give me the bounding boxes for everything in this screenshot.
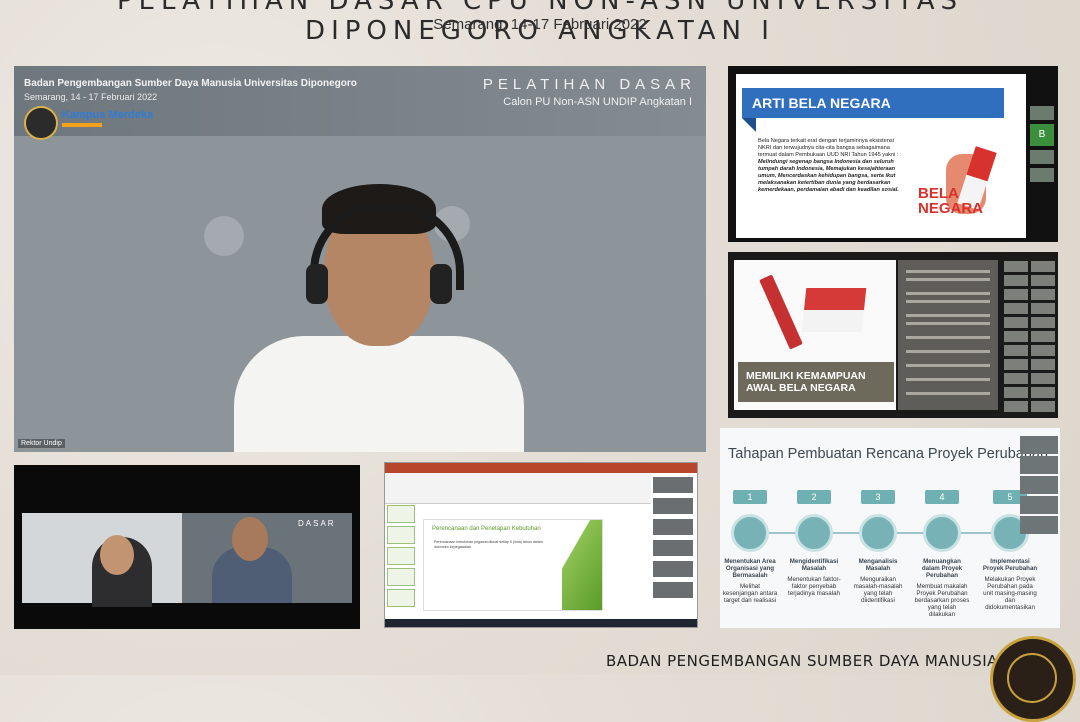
ppt-slide-thumbnails[interactable] [387, 505, 415, 613]
participant-column[interactable] [653, 477, 697, 617]
step-1: 1 Menentukan Area Organisasi yang Bermas… [722, 490, 778, 604]
university-seal-icon [990, 636, 1076, 722]
kampus-merdeka-text: Kampus Merdeka [62, 109, 154, 121]
footer-org: BADAN PENGEMBANGAN SUMBER DAYA MANUSIA [606, 652, 998, 670]
slide-text-panel [898, 260, 998, 410]
slide-ribbon: ARTI BELA NEGARA [742, 88, 1004, 118]
main-video-tile[interactable]: Badan Pengembangan Sumber Daya Manusia U… [14, 66, 706, 452]
video-title: PELATIHAN DASAR [482, 76, 696, 93]
slide-title: MEMILIKI KEMAMPUAN AWAL BELA NEGARA [746, 370, 866, 394]
participant-name-label: Rektor Undip [18, 439, 65, 448]
slide-quote: Melindungi segenap bangsa Indonesia dan … [758, 159, 899, 193]
target-icon [859, 514, 897, 552]
video-date-line: Semarang, 14 - 17 Februari 2022 [24, 92, 158, 102]
step-2: 2 Mengidentifikasi Masalah Menentukan fak… [787, 490, 841, 597]
powerpoint-window[interactable]: Perencanaan dan Penetapan Kebutuhan Pere… [384, 462, 698, 628]
slide-tile-bela-negara[interactable]: ARTI BELA NEGARA Bela Negara terkait era… [728, 66, 1058, 242]
taskbar[interactable] [385, 619, 697, 627]
bela-negara-logo: BELA NEGARA [918, 185, 984, 217]
participant-thumbnail[interactable] [1030, 168, 1054, 182]
flag-icon [801, 288, 867, 332]
slide-tile-tahapan[interactable]: Tahapan Pembuatan Rencana Proyek Perubah… [720, 428, 1060, 628]
slide-title: Tahapan Pembuatan Rencana Proyek Perubah… [728, 446, 1049, 462]
participant-grid[interactable] [1002, 260, 1056, 412]
participant-thumbnail[interactable] [1030, 150, 1054, 164]
participant-avatar-b[interactable]: B [1030, 124, 1054, 146]
video-subtitle: Calon PU Non-ASN UNDIP Angkatan I [503, 96, 692, 108]
step-3: 3 Menganalisis Masalah Menguraikan masala… [853, 490, 903, 604]
participant-column[interactable] [1020, 436, 1058, 554]
pencil-icon [759, 274, 803, 350]
slide-title: ARTI BELA NEGARA [752, 95, 891, 111]
participant-thumbnail[interactable] [1030, 106, 1054, 120]
slide-paragraph: Bela Negara terkait erat dengan terjamin… [758, 138, 899, 158]
university-logo-icon [24, 106, 58, 140]
camera-icon [795, 514, 833, 552]
slide-decoration [562, 520, 602, 610]
slide-body: Bela Negara terkait erat dengan terjamin… [758, 138, 908, 194]
ppt-slide-title: Perencanaan dan Penetapan Kebutuhan [432, 526, 541, 532]
ppt-slide-text: Perencanaan kebutuhan pegawai dibuat set… [434, 540, 543, 549]
video-title: DASAR [298, 519, 336, 528]
two-person-video: DASAR [22, 513, 352, 607]
slide-tile-kemampuan[interactable]: MEMILIKI KEMAMPUAN AWAL BELA NEGARA [728, 252, 1058, 418]
slide-kemampuan: MEMILIKI KEMAMPUAN AWAL BELA NEGARA [734, 260, 896, 410]
slide-banner: MEMILIKI KEMAMPUAN AWAL BELA NEGARA [738, 362, 894, 402]
banner-subtitle: Semarang, 14-17 Februari 2022 [433, 16, 647, 33]
slide-bela-negara: ARTI BELA NEGARA Bela Negara terkait era… [736, 74, 1026, 238]
step-4: 4 Menuangkan dalam Proyek Perubahan Membu… [914, 490, 970, 618]
ppt-current-slide: Perencanaan dan Penetapan Kebutuhan Pere… [423, 519, 603, 611]
kampus-merdeka-logo: Kampus Merdeka [62, 110, 153, 127]
book-icon [731, 514, 769, 552]
checklist-icon [923, 514, 961, 552]
ppt-title-bar[interactable] [385, 463, 697, 473]
ppt-ribbon[interactable] [385, 473, 651, 504]
video-org-line: Badan Pengembangan Sumber Daya Manusia U… [24, 78, 357, 89]
small-video-tile[interactable]: DASAR [14, 465, 360, 629]
speaker-figure [214, 146, 544, 452]
